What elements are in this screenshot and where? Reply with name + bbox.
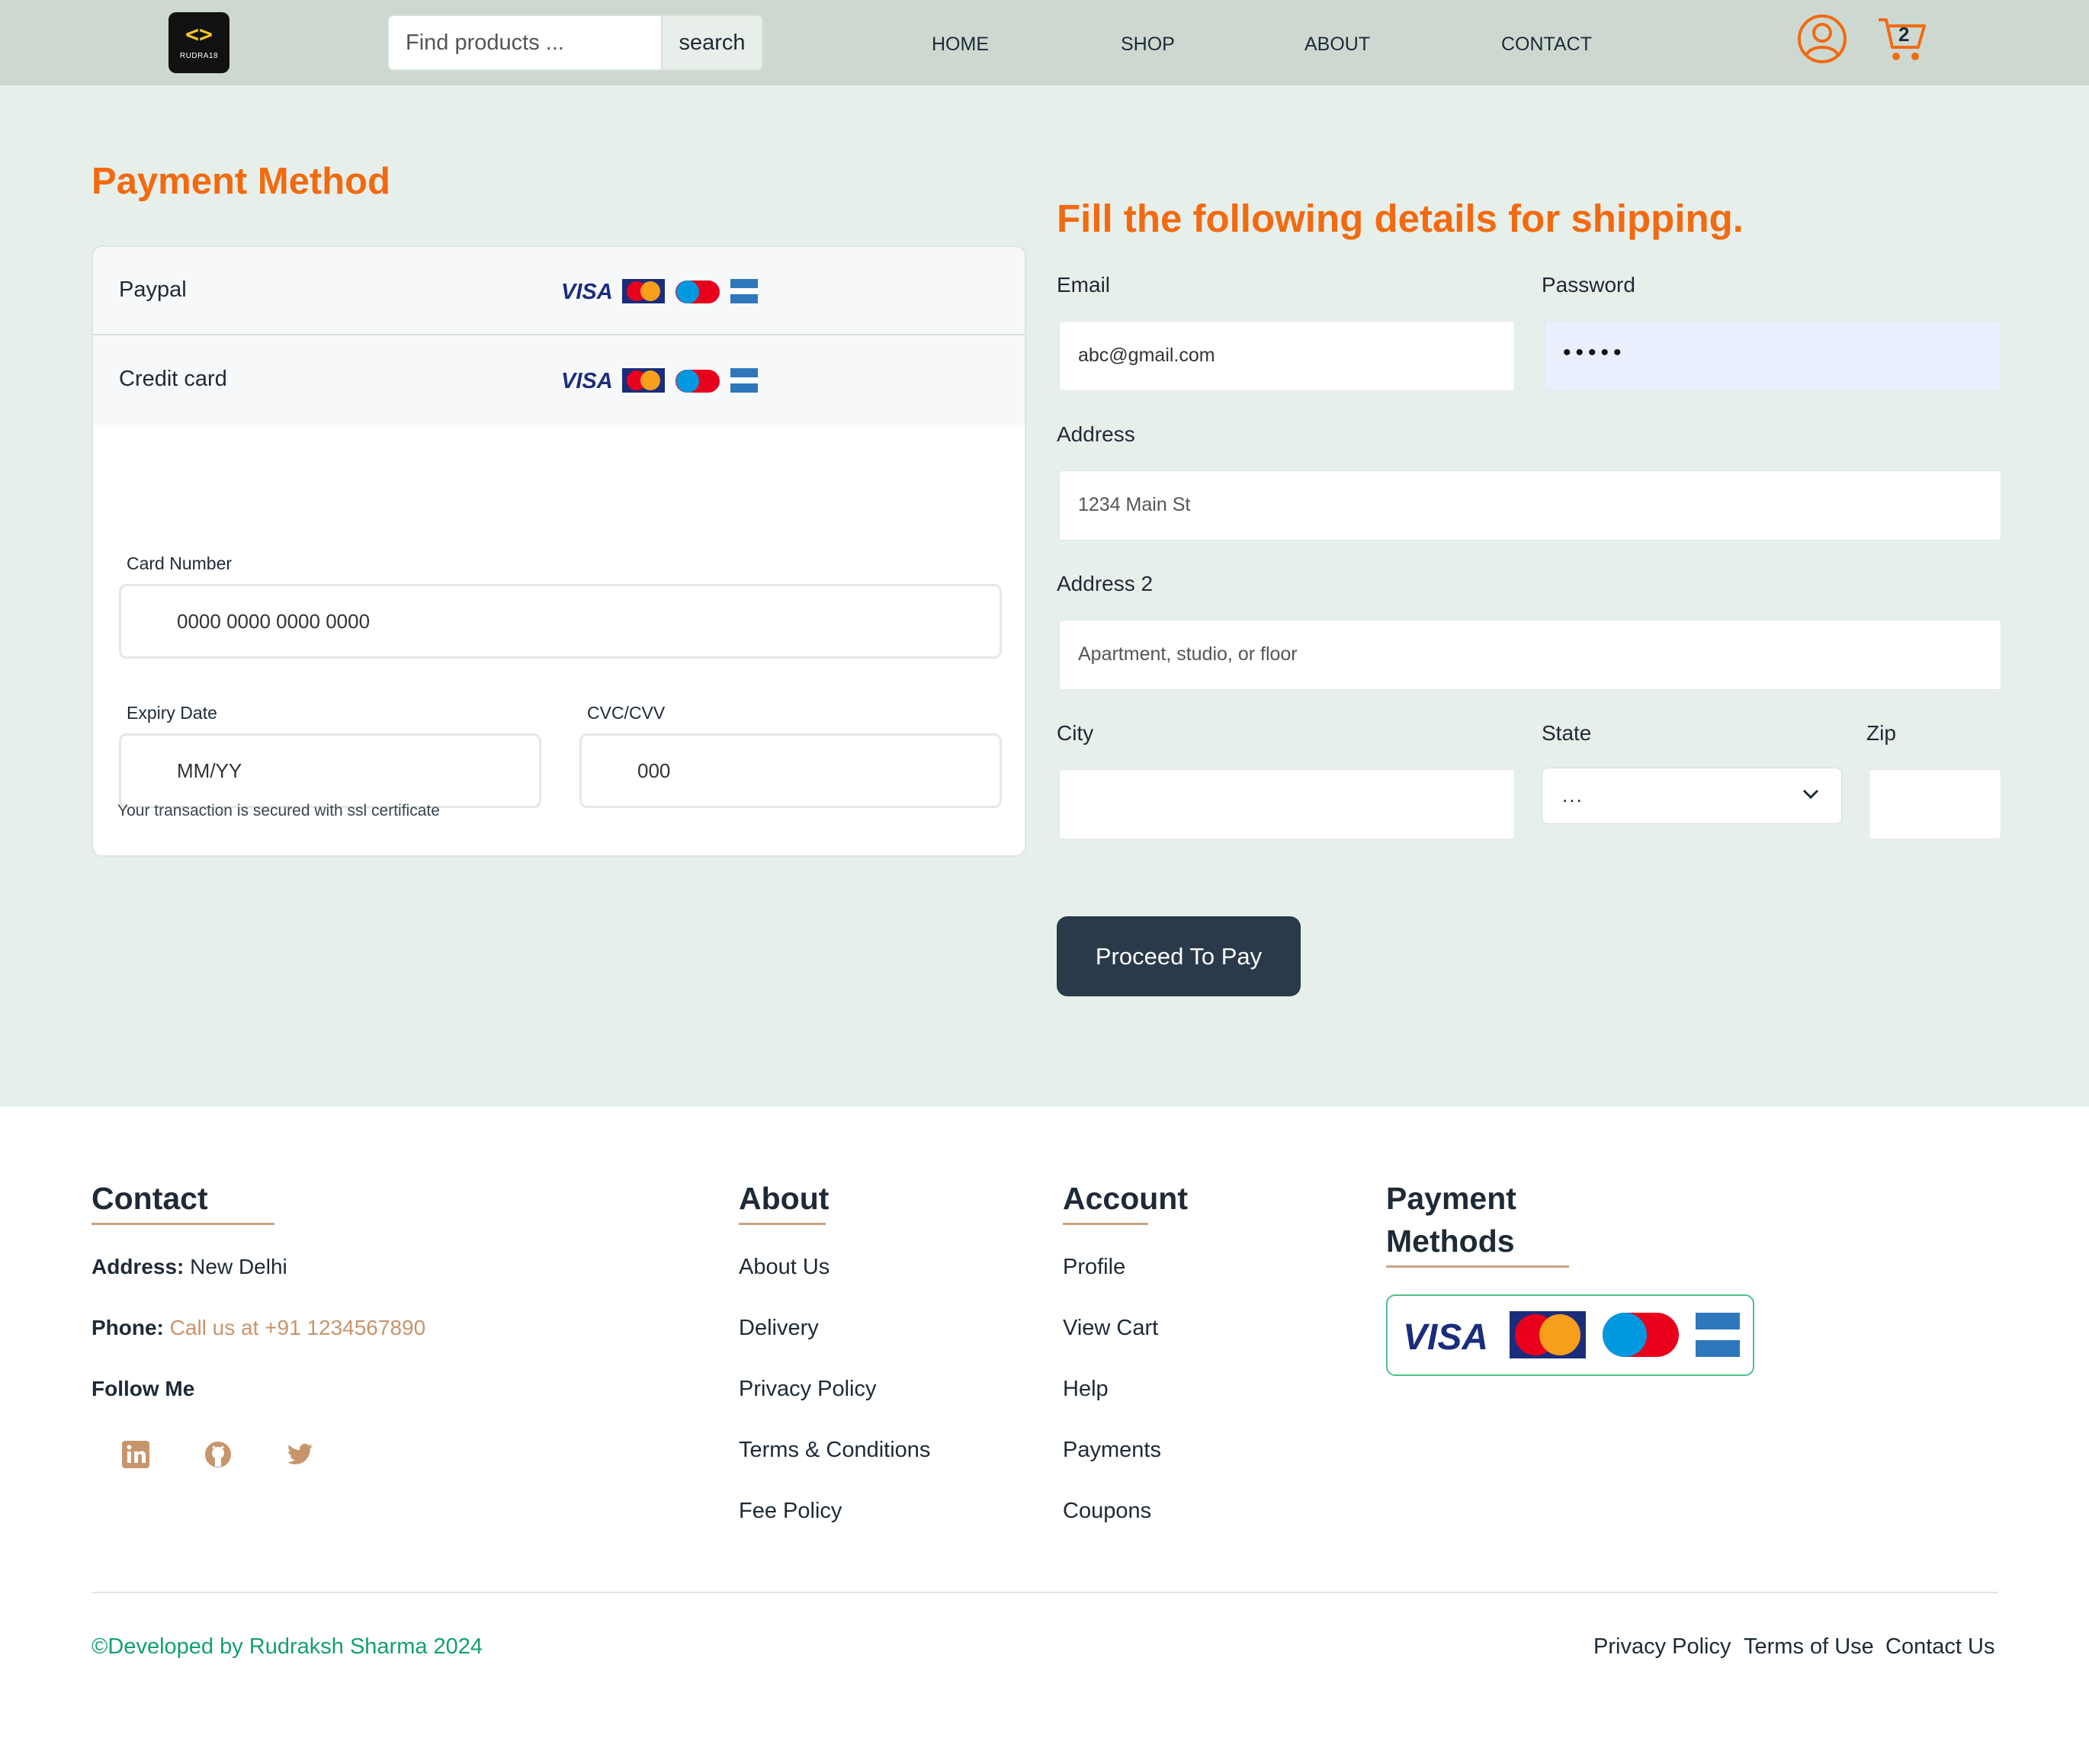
card-brands-icon: VISA bbox=[561, 279, 758, 304]
payment-method-title: Payment Method bbox=[91, 161, 391, 202]
proceed-to-pay-button[interactable]: Proceed To Pay bbox=[1057, 916, 1301, 996]
nav-home[interactable]: HOME bbox=[932, 34, 989, 56]
address-label: Address bbox=[1057, 422, 1135, 446]
heading-underline bbox=[1063, 1223, 1148, 1225]
payment-option-label: Credit card bbox=[119, 367, 227, 391]
address-value: New Delhi bbox=[190, 1255, 287, 1278]
footer-link-view-cart[interactable]: View Cart bbox=[1063, 1316, 1158, 1341]
email-value: abc@gmail.com bbox=[1078, 345, 1215, 366]
payment-method-card: Paypal VISA Credit card VISA Card Number… bbox=[91, 245, 1026, 857]
heading-line: Methods bbox=[1386, 1224, 1515, 1259]
payment-methods-badge: VISA bbox=[1386, 1294, 1754, 1376]
bottom-link-privacy-policy[interactable]: Privacy Policy bbox=[1593, 1634, 1731, 1660]
address-placeholder: 1234 Main St bbox=[1078, 494, 1191, 515]
shipping-title: Fill the following details for shipping. bbox=[1057, 197, 1744, 240]
svg-text:VISA: VISA bbox=[561, 369, 613, 393]
email-label: Email bbox=[1057, 273, 1111, 297]
footer-about-heading: About bbox=[739, 1181, 830, 1216]
address-field[interactable]: 1234 Main St bbox=[1059, 470, 2001, 540]
footer-address: Address: New Delhi bbox=[91, 1255, 287, 1279]
email-field[interactable]: abc@gmail.com bbox=[1059, 321, 1515, 391]
heading-line: Payment bbox=[1386, 1181, 1516, 1216]
card-brands-icon: VISA bbox=[561, 368, 758, 393]
footer-payment-heading: Payment Methods bbox=[1386, 1177, 1516, 1262]
password-value: ••••• bbox=[1563, 340, 1626, 365]
brand-logo-text: RUDRA18 bbox=[179, 52, 219, 60]
bottom-link-contact-us[interactable]: Contact Us bbox=[1885, 1634, 1994, 1660]
phone-label: Phone: bbox=[91, 1316, 164, 1339]
bottom-link-terms-of-use[interactable]: Terms of Use bbox=[1744, 1634, 1874, 1660]
footer-link-profile[interactable]: Profile bbox=[1063, 1255, 1125, 1280]
footer-link-fee-policy[interactable]: Fee Policy bbox=[739, 1499, 842, 1524]
ssl-note: Your transaction is secured with ssl cer… bbox=[117, 802, 440, 819]
state-selected-value: ... bbox=[1562, 784, 1584, 807]
state-label: State bbox=[1542, 721, 1592, 745]
expiry-date-label: Expiry Date bbox=[127, 703, 217, 723]
footer-link-delivery[interactable]: Delivery bbox=[739, 1316, 819, 1341]
linkedin-icon[interactable] bbox=[120, 1439, 151, 1470]
state-select[interactable]: ... bbox=[1542, 768, 1842, 824]
footer-link-about-us[interactable]: About Us bbox=[739, 1255, 830, 1280]
address2-label: Address 2 bbox=[1057, 572, 1154, 595]
expiry-date-placeholder: MM/YY bbox=[177, 759, 242, 782]
footer-link-terms[interactable]: Terms & Conditions bbox=[739, 1438, 930, 1463]
footer-link-privacy-policy[interactable]: Privacy Policy bbox=[739, 1377, 877, 1402]
card-number-label: Card Number bbox=[127, 553, 233, 573]
cvc-input[interactable]: 000 bbox=[579, 733, 1002, 808]
nav-shop[interactable]: SHOP bbox=[1121, 34, 1175, 56]
footer-link-payments[interactable]: Payments bbox=[1063, 1438, 1161, 1463]
top-header: <> RUDRA18 search HOME SHOP ABOUT CONTAC… bbox=[0, 0, 2089, 85]
city-label: City bbox=[1057, 721, 1094, 745]
checkout-section: Payment Method Paypal VISA Credit card V… bbox=[0, 85, 2089, 1107]
footer-link-coupons[interactable]: Coupons bbox=[1063, 1499, 1151, 1524]
address-label: Address: bbox=[91, 1255, 185, 1278]
card-number-input[interactable]: 0000 0000 0000 0000 bbox=[119, 584, 1002, 659]
svg-text:VISA: VISA bbox=[561, 280, 613, 304]
expiry-date-input[interactable]: MM/YY bbox=[119, 733, 541, 808]
cart-count-badge: 2 bbox=[1898, 23, 1910, 46]
heading-underline bbox=[91, 1223, 274, 1225]
heading-underline bbox=[1386, 1265, 1569, 1268]
search-input[interactable] bbox=[389, 16, 661, 69]
footer-divider bbox=[91, 1592, 1998, 1593]
search-button[interactable]: search bbox=[661, 16, 762, 69]
payment-option-credit-card[interactable]: Credit card VISA bbox=[93, 336, 1025, 425]
follow-me-label: Follow Me bbox=[91, 1377, 195, 1400]
nav-contact[interactable]: CONTACT bbox=[1501, 34, 1592, 56]
footer-contact-heading: Contact bbox=[91, 1181, 208, 1216]
twitter-icon[interactable] bbox=[285, 1439, 316, 1470]
city-field[interactable] bbox=[1059, 769, 1515, 839]
card-number-placeholder: 0000 0000 0000 0000 bbox=[177, 610, 371, 633]
phone-link[interactable]: Call us at +91 1234567890 bbox=[170, 1316, 426, 1339]
search-bar: search bbox=[387, 14, 763, 71]
address2-placeholder: Apartment, studio, or floor bbox=[1078, 643, 1298, 665]
payment-option-label: Paypal bbox=[119, 277, 187, 302]
cvc-label: CVC/CVV bbox=[587, 703, 666, 723]
footer-account-heading: Account bbox=[1063, 1181, 1188, 1216]
brand-logo[interactable]: <> RUDRA18 bbox=[168, 12, 229, 73]
password-label: Password bbox=[1542, 273, 1635, 297]
footer-link-help[interactable]: Help bbox=[1063, 1377, 1109, 1402]
cvc-placeholder: 000 bbox=[637, 759, 671, 782]
github-icon[interactable] bbox=[203, 1439, 233, 1470]
chevron-down-icon bbox=[1802, 789, 1819, 800]
heading-underline bbox=[739, 1223, 826, 1225]
svg-text:VISA: VISA bbox=[1403, 1317, 1488, 1358]
address2-field[interactable]: Apartment, studio, or floor bbox=[1059, 620, 2001, 690]
payment-option-paypal[interactable]: Paypal VISA bbox=[93, 247, 1025, 335]
user-profile-icon[interactable] bbox=[1796, 13, 1848, 65]
footer-phone: Phone: Call us at +91 1234567890 bbox=[91, 1316, 425, 1340]
card-brands-icon: VISA bbox=[1403, 1311, 1740, 1358]
zip-label: Zip bbox=[1866, 721, 1896, 745]
code-brackets-icon: <> bbox=[185, 21, 213, 48]
nav-about[interactable]: ABOUT bbox=[1304, 34, 1370, 56]
copyright-text: ©Developed by Rudraksh Sharma 2024 bbox=[91, 1634, 483, 1659]
zip-field[interactable] bbox=[1869, 769, 2001, 839]
password-field[interactable]: ••••• bbox=[1544, 321, 2001, 391]
